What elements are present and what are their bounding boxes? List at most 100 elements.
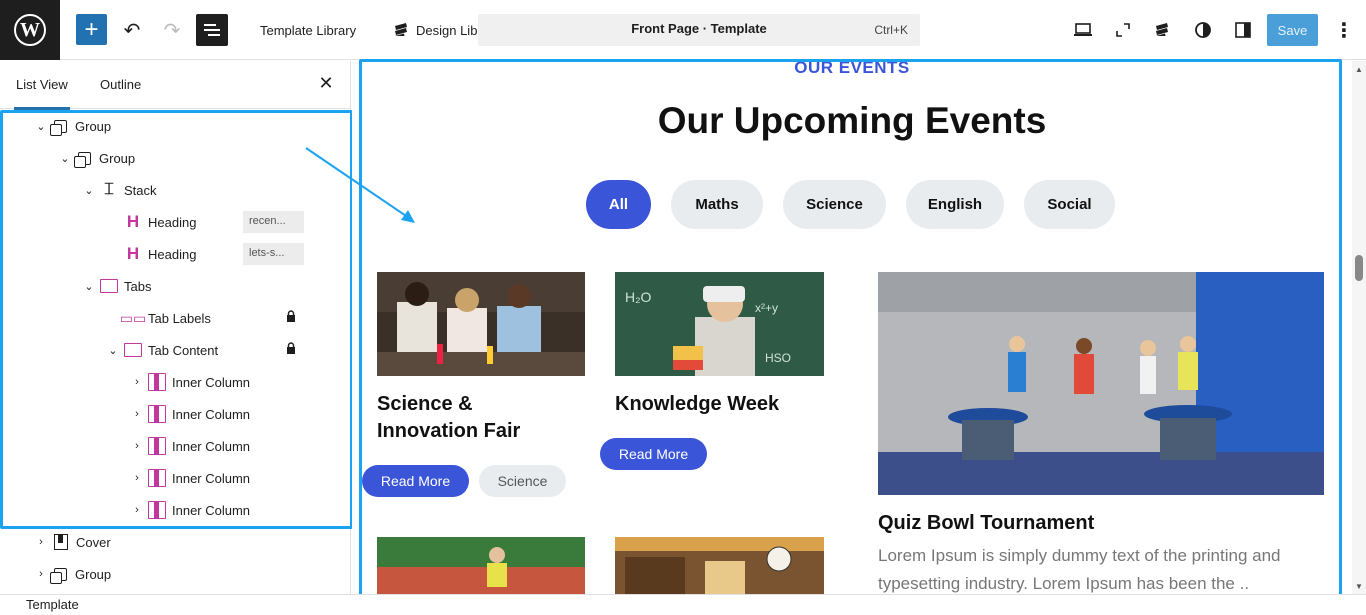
science-fair-image[interactable]	[377, 272, 585, 376]
tree-item[interactable]: › Inner Column	[130, 430, 250, 462]
tree-item-label: Heading	[148, 246, 197, 262]
quiz-bowl-image[interactable]	[878, 272, 1324, 495]
filter-tab-science[interactable]: Science	[783, 180, 886, 229]
chevron-right-icon[interactable]: ›	[130, 440, 144, 452]
stackable-icon[interactable]	[1146, 14, 1178, 46]
tree-item[interactable]: ⌄ Tabs	[82, 270, 151, 302]
panel-tabs: List View Outline ✕	[0, 61, 351, 110]
category-tag-science[interactable]: Science	[479, 465, 566, 497]
tree-item-label: Group	[99, 150, 136, 166]
close-icon[interactable]: ✕	[316, 73, 336, 97]
chevron-right-icon[interactable]: ›	[130, 504, 144, 516]
tabs-icon	[124, 343, 142, 357]
svg-text:H₂O: H₂O	[625, 289, 652, 305]
chevron-down-icon[interactable]: ⌄	[82, 184, 96, 197]
sports-image[interactable]	[377, 537, 585, 595]
desktop-preview-icon[interactable]	[1067, 14, 1099, 46]
chevron-right-icon[interactable]: ›	[130, 376, 144, 388]
heading-icon: H	[126, 212, 140, 231]
event-title-line: Innovation Fair	[377, 420, 521, 442]
svg-text:x²+y: x²+y	[755, 301, 778, 315]
chevron-down-icon[interactable]: ⌄	[106, 344, 120, 357]
tree-item[interactable]: ⌄ ⌶ Stack	[82, 174, 156, 206]
tree-item[interactable]: H Heading	[106, 238, 197, 270]
tree-item[interactable]: › Inner Column	[130, 366, 250, 398]
breadcrumb-template[interactable]: Template	[26, 597, 79, 612]
tab-outline[interactable]: Outline	[100, 77, 141, 92]
lock-icon	[286, 342, 296, 357]
event-title[interactable]: Quiz Bowl Tournament	[878, 510, 1094, 537]
column-icon	[148, 501, 166, 519]
design-library-icon	[395, 23, 407, 36]
svg-text:HSO: HSO	[765, 351, 791, 365]
redo-icon[interactable]: ↷	[158, 14, 186, 46]
tree-item-label: Cover	[76, 534, 111, 550]
more-options-icon[interactable]: ⋮	[1330, 14, 1358, 46]
event-title[interactable]: Knowledge Week	[615, 391, 779, 418]
tree-item[interactable]: › Group	[34, 558, 111, 590]
template-library-button[interactable]: Template Library	[250, 14, 366, 46]
chevron-down-icon[interactable]: ⌄	[82, 280, 96, 293]
cover-icon	[54, 534, 68, 550]
styles-contrast-icon[interactable]	[1187, 14, 1219, 46]
undo-icon[interactable]: ↶	[118, 14, 146, 46]
tab-labels-icon: ▭▭	[119, 309, 147, 326]
lock-icon	[286, 310, 296, 325]
tree-item[interactable]: › Inner Column	[130, 462, 250, 494]
tree-item-label: Inner Column	[172, 374, 251, 390]
tree-item[interactable]: ⌄ Group	[58, 142, 135, 174]
chevron-down-icon[interactable]: ⌄	[34, 120, 48, 133]
knowledge-week-image[interactable]: H₂O x²+y HSO	[615, 272, 824, 376]
event-title[interactable]: Science & Innovation Fair	[377, 391, 520, 445]
tree-item-label: Tabs	[124, 278, 152, 294]
tab-list-view[interactable]: List View	[14, 77, 70, 110]
column-icon	[148, 469, 166, 487]
section-heading: Our Upcoming Events	[657, 100, 1047, 141]
column-icon	[148, 405, 166, 423]
tree-item-label: Heading	[148, 214, 197, 230]
tree-item[interactable]: ⌄ Group	[34, 110, 111, 142]
read-more-button[interactable]: Read More	[362, 465, 469, 497]
library-image[interactable]	[615, 537, 824, 595]
tree-item-label: Group	[75, 566, 112, 582]
annotation-arrow	[305, 147, 415, 223]
document-title: Front Page · Template	[631, 21, 767, 36]
column-icon	[148, 373, 166, 391]
read-more-button[interactable]: Read More	[600, 438, 707, 470]
scroll-thumb[interactable]	[1355, 255, 1363, 281]
tree-item[interactable]: H Heading	[106, 206, 197, 238]
save-button[interactable]: Save	[1267, 14, 1318, 46]
tree-item[interactable]: ⌄ Tab Content	[106, 334, 218, 366]
chevron-right-icon[interactable]: ›	[130, 472, 144, 484]
chevron-right-icon[interactable]: ›	[34, 568, 48, 580]
scroll-up-icon[interactable]: ▲	[1355, 65, 1363, 74]
fullscreen-icon[interactable]	[1107, 14, 1139, 46]
tree-item[interactable]: › Inner Column	[130, 398, 250, 430]
description-line: Lorem Ipsum is simply dummy text of the …	[878, 546, 1281, 565]
chevron-right-icon[interactable]: ›	[130, 408, 144, 420]
canvas-scrollbar[interactable]: ▲ ▼	[1352, 61, 1366, 595]
chevron-right-icon[interactable]: ›	[34, 536, 48, 548]
tree-item[interactable]: › Cover	[34, 526, 111, 558]
tree-item[interactable]: › Inner Column	[130, 494, 250, 526]
list-view-toggle-button[interactable]	[196, 14, 228, 46]
tree-item-label: Group	[75, 118, 112, 134]
event-description: Lorem Ipsum is simply dummy text of the …	[878, 542, 1318, 598]
command-palette-bar[interactable]: Front Page · Template Ctrl+K	[478, 14, 920, 46]
settings-sidebar-icon[interactable]	[1227, 14, 1259, 46]
section-eyebrow: OUR EVENTS	[794, 58, 910, 77]
list-view-panel: List View Outline ✕ ⌄ Group ⌄ Group ⌄ ⌶ Stack H…	[0, 61, 351, 595]
wordpress-logo-icon[interactable]: W	[0, 0, 60, 60]
filter-tab-maths[interactable]: Maths	[671, 180, 763, 229]
filter-tab-all[interactable]: All	[586, 180, 651, 229]
tree-item[interactable]: ▭▭ Tab Labels	[106, 302, 211, 334]
tree-item-label: Inner Column	[172, 406, 251, 422]
scroll-down-icon[interactable]: ▼	[1355, 582, 1363, 591]
tree-item-label: Tab Content	[148, 342, 219, 358]
filter-tab-english[interactable]: English	[906, 180, 1004, 229]
tree-item-label: Inner Column	[172, 438, 251, 454]
chevron-down-icon[interactable]: ⌄	[58, 152, 72, 165]
filter-tab-social[interactable]: Social	[1024, 180, 1115, 229]
add-block-button[interactable]: +	[76, 14, 107, 45]
tree-item-label: Inner Column	[172, 470, 251, 486]
